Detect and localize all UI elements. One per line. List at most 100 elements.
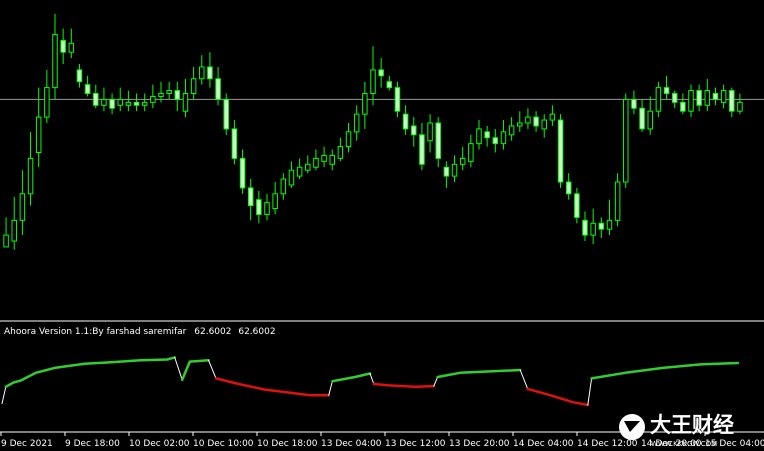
candle-body-bear [574,193,580,218]
candle-body-bull [647,110,653,130]
candle-body-bull [508,125,515,136]
candle [451,155,458,182]
candle [500,120,507,150]
candle [337,137,344,162]
candle [256,190,262,224]
candle [720,84,727,109]
candle [141,93,148,112]
candle-body-bear [411,125,417,136]
candle [712,87,719,106]
indicator-line-down [372,382,436,389]
candle [655,81,662,118]
candle-body-bear [93,93,99,106]
candle-body-bear [419,134,425,165]
candle-body-bull [150,95,156,103]
candle [402,105,409,135]
candle [370,46,376,106]
candle-body-bull [623,98,629,183]
chart-canvas[interactable]: Ahoora Version 1.1:By farshad saremifar … [0,0,764,451]
time-tick-label: 13 Dec 12:00 [385,439,446,449]
chart-window[interactable]: Ahoora Version 1.1:By farshad saremifar … [0,0,764,451]
candle-body-bull [704,90,711,106]
candle-body-bear [598,222,605,230]
candle [296,158,303,180]
candle [631,90,637,115]
candle [321,146,327,168]
candle [288,161,295,188]
candle-body-bull [590,222,596,236]
candle [476,120,482,150]
watermark-url: WWW.KKKGW.COM [651,440,717,448]
candle-body-bear [215,78,221,100]
candle-body-bull [370,69,376,95]
time-tick-label: 13 Dec 04:00 [321,439,382,449]
candle-body-bull [353,113,360,133]
candle [133,93,140,112]
candle-body-bear [247,187,254,207]
candle [590,208,596,244]
candle-body-bull [345,131,352,148]
candle [680,93,686,115]
candle [737,93,743,115]
candle [207,52,213,88]
candle-body-bull [199,66,205,80]
candle-body-bear [60,39,66,53]
candle-body-bull [313,157,319,168]
candle-body-bear [631,98,637,109]
candle [231,120,238,165]
candle-body-bear [696,90,702,106]
candle-body-bull [720,90,727,103]
candle [305,155,311,174]
indicator-panel[interactable]: Ahoora Version 1.1:By farshad saremifar … [1,327,740,407]
candle-body-bear [729,90,735,112]
candle-body-bear [239,157,246,189]
candle [525,108,531,129]
candle [549,105,556,126]
candle-body-bear [533,116,539,127]
candle [84,75,91,97]
price-panel[interactable] [0,13,764,250]
candle-body-bull [3,234,9,248]
candle-body-bull [606,219,613,230]
candle [419,123,425,171]
candle [199,55,205,85]
candle [101,87,107,112]
indicator-line-neutral [369,373,375,385]
candle [150,84,156,109]
candle [663,75,670,100]
candle-body-bull [158,93,164,97]
time-tick-label: 10 Dec 18:00 [257,439,318,449]
candle-body-bear [435,122,441,159]
candle [11,196,17,250]
candle-body-bear [484,131,490,139]
indicator-line-up [331,372,372,383]
candle-body-bull [459,157,466,165]
candle [174,81,181,112]
candle-body-bear [207,66,213,80]
indicator-line-down [526,387,590,407]
candle-body-bull [337,146,344,159]
candle [574,187,580,224]
candle [239,149,246,194]
candle-body-bear [174,90,181,100]
indicator-line-up [4,356,176,389]
candle-body-bear [84,84,91,95]
candle-body-bull [329,154,335,165]
candle [93,84,99,109]
candle-body-bear [492,137,499,145]
indicator-line-neutral [1,386,7,405]
candle-body-bull [27,157,34,195]
candle [215,66,221,106]
time-tick-label: 14 Dec 12:00 [577,439,638,449]
candle [411,117,417,147]
candle [76,64,83,88]
candle-body-bear [386,81,393,89]
candle-body-bull [427,122,433,142]
candle [44,69,50,123]
indicator-title: Ahoora Version 1.1:By farshad saremifar … [4,327,276,337]
candle [468,134,474,168]
candle [52,13,58,100]
candle [353,105,360,141]
indicator-line-neutral [519,369,529,390]
candle-body-bull [321,154,327,162]
